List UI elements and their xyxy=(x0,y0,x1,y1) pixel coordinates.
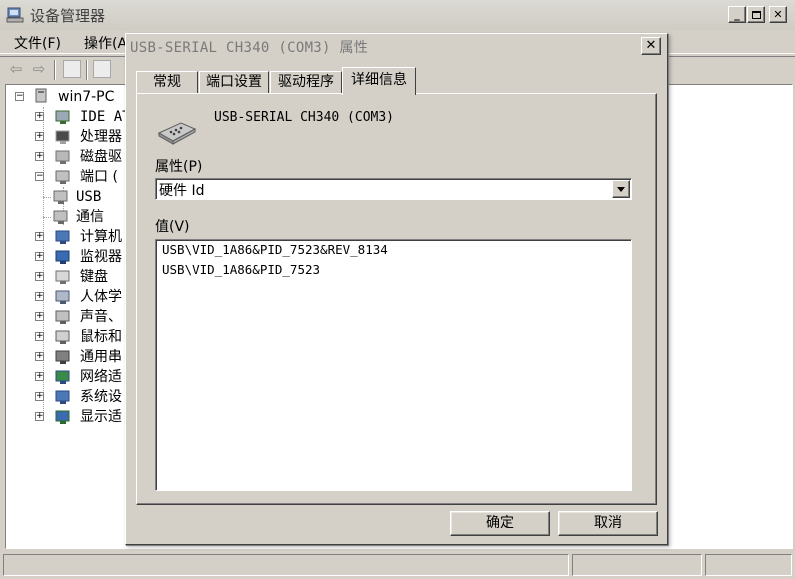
expand-icon[interactable]: + xyxy=(35,352,44,361)
tree-item-label: 声音、 xyxy=(80,309,122,325)
tree-item-label: 系统设 xyxy=(80,389,122,405)
chevron-down-icon[interactable] xyxy=(612,180,630,198)
toolbar-separator xyxy=(86,60,88,80)
computer-root-icon xyxy=(35,88,47,103)
close-button[interactable]: ✕ xyxy=(769,6,787,23)
tree-item-label: 人体学 xyxy=(80,289,122,305)
value-list[interactable]: USB\VID_1A86&PID_7523&REV_8134 USB\VID_1… xyxy=(155,239,632,491)
tree-item-label: 通信 xyxy=(76,209,104,225)
keyboard-icon xyxy=(55,270,70,284)
dialog-title-bar[interactable]: USB-SERIAL CH340 (COM3) 属性 ✕ xyxy=(126,34,667,58)
status-cell-3 xyxy=(705,554,792,576)
tree-item-label: 键盘 xyxy=(80,269,108,285)
expand-icon[interactable]: + xyxy=(35,252,44,261)
mouse-icon xyxy=(55,330,70,344)
computer-icon xyxy=(55,230,70,244)
tree-item-label: 端口 ( xyxy=(80,169,118,185)
expand-icon[interactable]: + xyxy=(35,132,44,141)
system-device-icon xyxy=(55,390,70,404)
expand-icon[interactable]: + xyxy=(35,272,44,281)
tab-port-settings[interactable]: 端口设置 xyxy=(199,71,269,93)
expand-icon[interactable]: + xyxy=(35,412,44,421)
expand-icon[interactable]: + xyxy=(35,392,44,401)
ok-button[interactable]: 确定 xyxy=(450,511,550,536)
tree-item-label: 磁盘驱 xyxy=(80,149,122,165)
communication-port-icon xyxy=(53,210,68,224)
sound-icon xyxy=(55,310,70,324)
expand-icon[interactable]: + xyxy=(35,332,44,341)
display-adapter-icon xyxy=(55,410,70,424)
processor-icon xyxy=(55,130,70,144)
tab-driver[interactable]: 驱动程序 xyxy=(270,71,342,93)
port-icon xyxy=(55,170,70,184)
main-window-title: 设备管理器 xyxy=(30,7,106,25)
collapse-icon[interactable]: − xyxy=(15,92,24,101)
tree-item-label: 处理器 xyxy=(80,129,122,145)
expand-icon[interactable]: + xyxy=(35,112,44,121)
dialog-title: USB-SERIAL CH340 (COM3) 属性 xyxy=(130,40,369,56)
tree-item-label: 鼠标和 xyxy=(80,329,122,345)
properties-icon[interactable] xyxy=(93,60,111,78)
maximize-icon xyxy=(751,10,761,19)
value-label: 值(V) xyxy=(155,219,190,235)
menu-file[interactable]: 文件(F) xyxy=(14,33,61,53)
expand-icon[interactable]: + xyxy=(35,232,44,241)
maximize-button[interactable] xyxy=(747,6,765,23)
tab-general[interactable]: 常规 xyxy=(136,71,198,93)
usb-serial-port-icon xyxy=(53,190,68,204)
tree-guide-line xyxy=(43,197,51,198)
back-arrow-icon[interactable]: ⇦ xyxy=(6,60,26,78)
property-label: 属性(P) xyxy=(155,159,203,175)
tree-item-label: USB xyxy=(76,189,102,205)
device-manager-icon xyxy=(6,7,24,23)
toolbar-separator xyxy=(54,60,56,80)
list-item[interactable]: USB\VID_1A86&PID_7523&REV_8134 xyxy=(162,242,388,257)
tree-item-label: IDE AT xyxy=(80,109,131,125)
expand-icon[interactable]: + xyxy=(35,152,44,161)
tab-details[interactable]: 详细信息 xyxy=(342,67,416,95)
tree-guide-line xyxy=(43,217,51,218)
network-adapter-icon xyxy=(55,370,70,384)
details-panel: USB-SERIAL CH340 (COM3) 属性(P) 硬件 Id 值(V)… xyxy=(136,93,657,505)
tree-root-label: win7-PC xyxy=(58,89,115,105)
expand-icon[interactable]: + xyxy=(35,372,44,381)
close-icon: ✕ xyxy=(645,38,657,53)
hid-icon xyxy=(55,290,70,304)
close-icon: ✕ xyxy=(773,8,783,21)
tree-item-label: 显示适 xyxy=(80,409,122,425)
expand-icon[interactable]: + xyxy=(35,312,44,321)
device-name: USB-SERIAL CH340 (COM3) xyxy=(214,110,395,125)
property-select[interactable]: 硬件 Id xyxy=(155,178,632,200)
monitor-icon xyxy=(55,250,70,264)
minimize-button[interactable]: _ xyxy=(728,6,746,23)
main-title-bar[interactable]: 设备管理器 _ ✕ xyxy=(0,0,795,30)
status-cell-2 xyxy=(572,554,702,576)
collapse-icon[interactable]: − xyxy=(35,172,44,181)
show-hide-tree-icon[interactable] xyxy=(63,60,81,78)
property-select-value: 硬件 Id xyxy=(159,183,205,199)
list-item[interactable]: USB\VID_1A86&PID_7523 xyxy=(162,262,320,277)
expand-icon[interactable]: + xyxy=(35,292,44,301)
minimize-icon: _ xyxy=(734,8,740,21)
tree-item-label: 通用串 xyxy=(80,349,122,365)
status-cell-main xyxy=(3,554,569,576)
usb-controller-icon xyxy=(55,350,70,364)
disk-drive-icon xyxy=(55,150,70,164)
menu-action[interactable]: 操作(A xyxy=(84,33,127,53)
cancel-button[interactable]: 取消 xyxy=(558,511,658,536)
serial-port-device-icon xyxy=(157,122,197,145)
forward-arrow-icon[interactable]: ⇨ xyxy=(29,60,49,78)
tree-item-label: 计算机 xyxy=(80,229,122,245)
ide-controller-icon xyxy=(55,110,70,124)
tree-item-label: 监视器 xyxy=(80,249,122,265)
properties-dialog: USB-SERIAL CH340 (COM3) 属性 ✕ 常规 端口设置 驱动程… xyxy=(125,33,668,545)
tree-item-label: 网络适 xyxy=(80,369,122,385)
status-bar xyxy=(0,552,795,579)
dialog-close-button[interactable]: ✕ xyxy=(641,37,661,55)
